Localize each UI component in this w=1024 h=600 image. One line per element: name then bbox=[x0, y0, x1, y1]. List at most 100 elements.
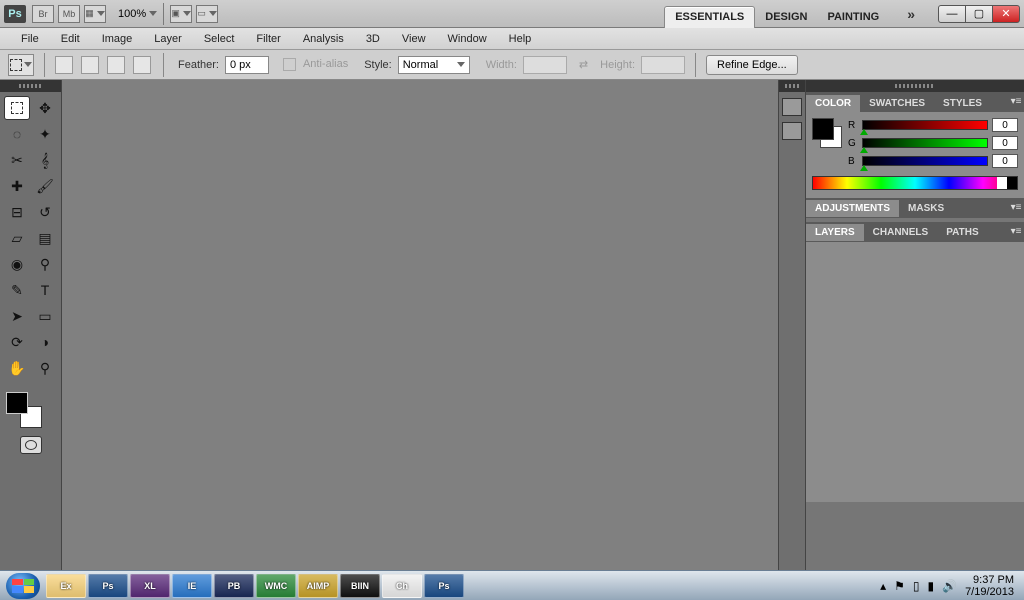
b-slider[interactable] bbox=[862, 156, 988, 166]
taskbar-app-ps[interactable]: Ps bbox=[424, 574, 464, 598]
tray-network-icon[interactable]: ▮ bbox=[928, 579, 935, 593]
tab-adjustments[interactable]: ADJUSTMENTS bbox=[806, 200, 899, 217]
tool-type[interactable]: T bbox=[32, 278, 58, 302]
arrange-docs-button[interactable]: ▣ bbox=[170, 5, 192, 23]
panel-grip[interactable] bbox=[806, 80, 1024, 92]
g-slider[interactable] bbox=[862, 138, 988, 148]
minibridge-button[interactable]: Mb bbox=[58, 5, 80, 23]
tab-channels[interactable]: CHANNELS bbox=[864, 224, 938, 241]
workspace-painting[interactable]: PAINTING bbox=[817, 7, 889, 28]
panel-menu-icon[interactable]: ▾≡ bbox=[1008, 198, 1024, 218]
tool-path-select[interactable]: ➤ bbox=[4, 304, 30, 328]
taskbar-app-aimp[interactable]: AIMP bbox=[298, 574, 338, 598]
tool-stamp[interactable]: ⊟ bbox=[4, 200, 30, 224]
tool-quick-select[interactable]: ✦ bbox=[32, 122, 58, 146]
menu-3d[interactable]: 3D bbox=[355, 30, 391, 48]
tool-eraser[interactable]: ▱ bbox=[4, 226, 30, 250]
menu-layer[interactable]: Layer bbox=[143, 30, 193, 48]
style-select[interactable]: Normal bbox=[398, 56, 470, 74]
start-button[interactable] bbox=[6, 573, 40, 599]
menu-analysis[interactable]: Analysis bbox=[292, 30, 355, 48]
workspace-essentials[interactable]: ESSENTIALS bbox=[664, 6, 755, 28]
tab-paths[interactable]: PATHS bbox=[937, 224, 987, 241]
foreground-swatch[interactable] bbox=[6, 392, 28, 414]
selection-subtract-button[interactable] bbox=[107, 56, 125, 74]
tray-show-hidden-icon[interactable]: ▴ bbox=[880, 579, 886, 593]
workspace-more-icon[interactable]: » bbox=[907, 6, 915, 22]
collapsed-panel-icon[interactable] bbox=[782, 98, 802, 116]
workspace-design[interactable]: DESIGN bbox=[755, 7, 817, 28]
refine-edge-button[interactable]: Refine Edge... bbox=[706, 55, 798, 75]
tool-hand[interactable]: ✋ bbox=[4, 356, 30, 380]
zoom-level[interactable]: 100% bbox=[118, 8, 157, 20]
tool-dodge[interactable]: ⚲ bbox=[32, 252, 58, 276]
tab-color[interactable]: COLOR bbox=[806, 95, 860, 112]
tool-dashed-square[interactable] bbox=[4, 96, 30, 120]
menu-help[interactable]: Help bbox=[498, 30, 543, 48]
tool-3d-rotate[interactable]: ⟳ bbox=[4, 330, 30, 354]
tool-gradient[interactable]: ▤ bbox=[32, 226, 58, 250]
tool-rectangle[interactable]: ▭ bbox=[32, 304, 58, 328]
tool-3d-orbit[interactable]: ◑ bbox=[32, 330, 58, 354]
tray-flag-icon[interactable]: ⚑ bbox=[894, 579, 905, 593]
tray-volume-icon[interactable]: 🔊 bbox=[942, 579, 957, 593]
taskbar-app-ps[interactable]: Ps bbox=[88, 574, 128, 598]
selection-intersect-button[interactable] bbox=[133, 56, 151, 74]
collapsed-panel-icon[interactable] bbox=[782, 122, 802, 140]
tool-lasso[interactable]: ◌ bbox=[4, 122, 30, 146]
r-value[interactable]: 0 bbox=[992, 118, 1018, 132]
tool-healing[interactable]: ✚ bbox=[4, 174, 30, 198]
close-button[interactable]: ✕ bbox=[992, 5, 1020, 23]
menu-edit[interactable]: Edit bbox=[50, 30, 91, 48]
taskbar-app-ie[interactable]: IE bbox=[172, 574, 212, 598]
tab-masks[interactable]: MASKS bbox=[899, 200, 953, 217]
color-ramp[interactable] bbox=[812, 176, 1018, 190]
color-fg-bg[interactable] bbox=[812, 118, 842, 148]
menu-view[interactable]: View bbox=[391, 30, 437, 48]
tool-preset-picker[interactable] bbox=[8, 54, 34, 76]
selection-add-button[interactable] bbox=[81, 56, 99, 74]
view-extras-button[interactable]: ▦ bbox=[84, 5, 106, 23]
tool-move[interactable]: ✥ bbox=[32, 96, 58, 120]
panel-menu-icon[interactable]: ▾≡ bbox=[1008, 222, 1024, 242]
panel-grip[interactable] bbox=[779, 80, 805, 92]
feather-input[interactable] bbox=[225, 56, 269, 74]
maximize-button[interactable]: ▢ bbox=[965, 5, 993, 23]
r-slider[interactable] bbox=[862, 120, 988, 130]
tab-layers[interactable]: LAYERS bbox=[806, 224, 864, 241]
taskbar-app-biin[interactable]: BIIN bbox=[340, 574, 380, 598]
color-swatches[interactable] bbox=[4, 390, 54, 430]
tool-zoom[interactable]: ⚲ bbox=[32, 356, 58, 380]
tool-history-brush[interactable]: ↺ bbox=[32, 200, 58, 224]
tab-swatches[interactable]: SWATCHES bbox=[860, 95, 934, 112]
menu-file[interactable]: File bbox=[10, 30, 50, 48]
tray-battery-icon[interactable]: ▯ bbox=[913, 579, 920, 593]
menu-window[interactable]: Window bbox=[437, 30, 498, 48]
panel-menu-icon[interactable]: ▾≡ bbox=[1008, 92, 1024, 112]
taskbar-app-pb[interactable]: PB bbox=[214, 574, 254, 598]
selection-new-button[interactable] bbox=[55, 56, 73, 74]
taskbar-app-explorer[interactable]: Ex bbox=[46, 574, 86, 598]
taskbar-app-wmc[interactable]: WMC bbox=[256, 574, 296, 598]
tool-eyedropper[interactable]: 𝄞 bbox=[32, 148, 58, 172]
tool-blur[interactable]: ◉ bbox=[4, 252, 30, 276]
menu-image[interactable]: Image bbox=[91, 30, 144, 48]
panel-grip[interactable] bbox=[0, 80, 61, 92]
bridge-button[interactable]: Br bbox=[32, 5, 54, 23]
tool-crop[interactable]: ✂ bbox=[4, 148, 30, 172]
taskbar-app-xl[interactable]: XL bbox=[130, 574, 170, 598]
menu-select[interactable]: Select bbox=[193, 30, 246, 48]
taskbar-app-chrome[interactable]: Ch bbox=[382, 574, 422, 598]
minimize-button[interactable]: — bbox=[938, 5, 966, 23]
taskbar-clock[interactable]: 9:37 PM 7/19/2013 bbox=[965, 574, 1018, 598]
screen-mode-button[interactable]: ▭ bbox=[196, 5, 218, 23]
layers-panel[interactable] bbox=[806, 242, 1024, 502]
tab-styles[interactable]: STYLES bbox=[934, 95, 991, 112]
tool-brush[interactable]: 🖌 bbox=[32, 174, 58, 198]
g-value[interactable]: 0 bbox=[992, 136, 1018, 150]
quick-mask-button[interactable] bbox=[20, 436, 42, 454]
canvas-area[interactable] bbox=[62, 80, 778, 570]
menu-filter[interactable]: Filter bbox=[245, 30, 291, 48]
b-value[interactable]: 0 bbox=[992, 154, 1018, 168]
tool-pen[interactable]: ✎ bbox=[4, 278, 30, 302]
